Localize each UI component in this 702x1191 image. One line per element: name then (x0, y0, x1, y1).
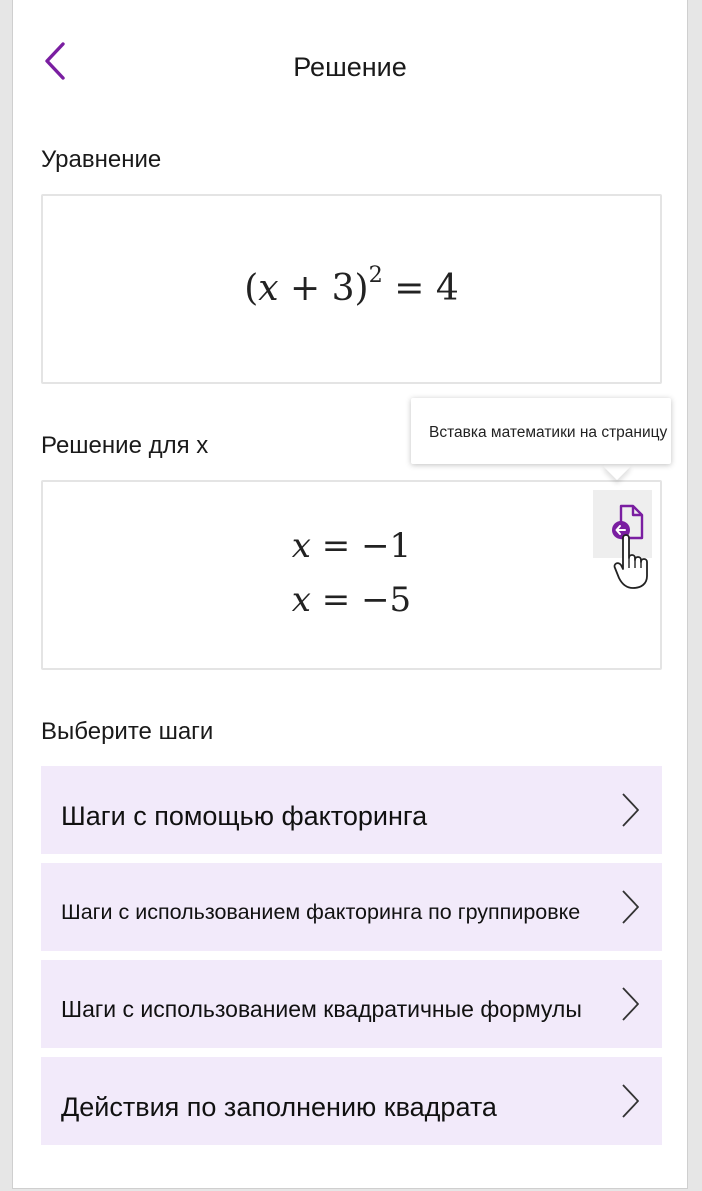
equation-box: (x + 3)2 = 4 (41, 194, 662, 384)
page-title: Решение (293, 52, 407, 82)
solution-box: x = −1 x = −5 (41, 480, 662, 670)
chevron-right-icon (622, 890, 639, 924)
solution-line: x = −5 (291, 580, 412, 620)
solution-label: Решение для x (41, 432, 209, 459)
step-item-label: Действия по заполнению квадрата (61, 1092, 497, 1122)
tooltip-text: Вставка математики на страницу (429, 424, 668, 441)
solver-panel: Решение Уравнение (x + 3)2 = 4 Решение д… (12, 0, 688, 1189)
chevron-right-icon (622, 1084, 639, 1118)
chevron-right-icon (622, 987, 639, 1021)
step-item-quadratic-formula[interactable]: Шаги с использованием квадратичные форму… (41, 960, 662, 1048)
hand-cursor-icon (613, 532, 653, 590)
step-item-label: Шаги с использованием квадратичные форму… (61, 996, 582, 1022)
step-item-complete-square[interactable]: Действия по заполнению квадрата (41, 1057, 662, 1145)
equation-expression: (x + 3)2 = 4 (244, 262, 459, 309)
step-item-factoring[interactable]: Шаги с помощью факторинга (41, 766, 662, 854)
step-item-label: Шаги с помощью факторинга (61, 801, 428, 831)
step-item-label: Шаги с использованием факторинга по груп… (61, 900, 581, 924)
insert-math-tooltip: Вставка математики на страницу (411, 398, 671, 464)
step-item-grouping[interactable]: Шаги с использованием факторинга по груп… (41, 863, 662, 951)
steps-label: Выберите шаги (41, 718, 214, 745)
solution-line: x = −1 (291, 526, 412, 566)
equation-label: Уравнение (41, 146, 162, 173)
chevron-right-icon (622, 793, 639, 827)
